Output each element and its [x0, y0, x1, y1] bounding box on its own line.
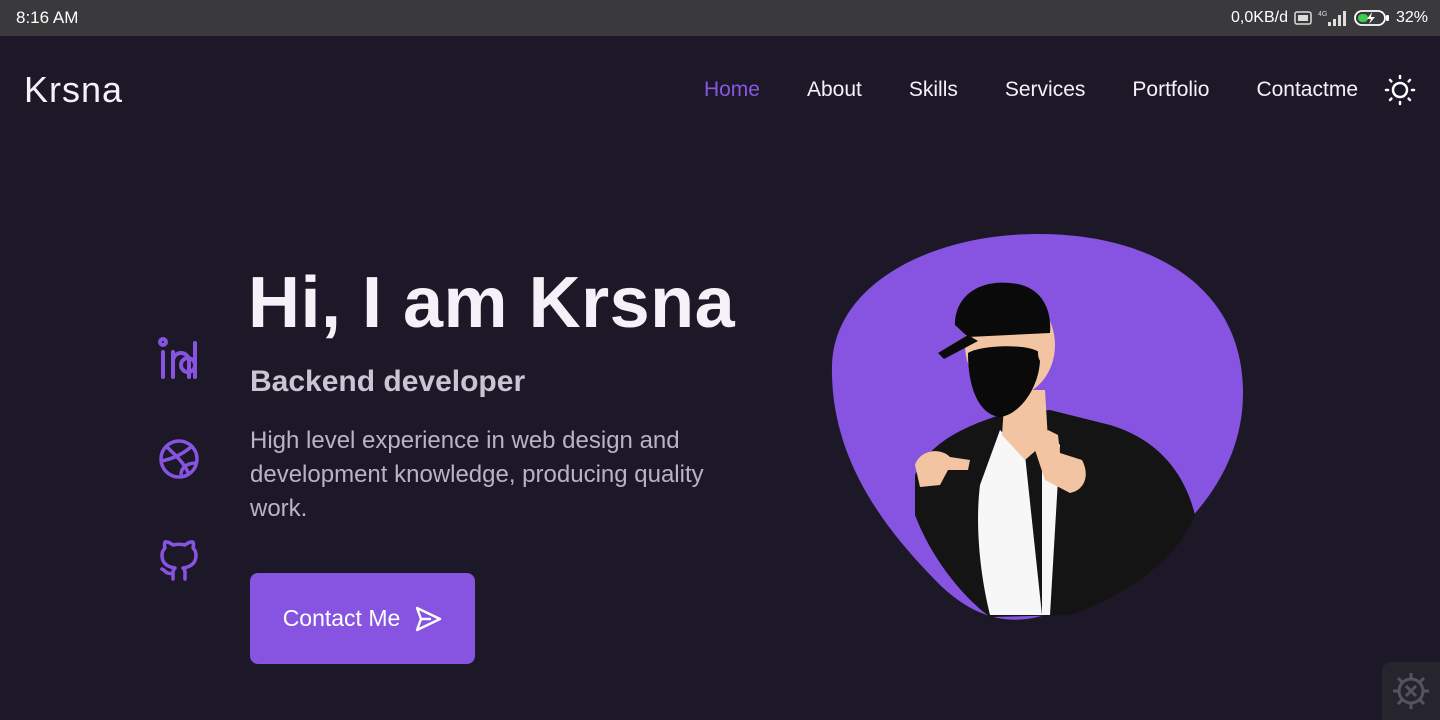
site-header: Krsna Home About Skills Services Portfol…: [0, 36, 1440, 144]
linkedin-icon[interactable]: [155, 335, 203, 383]
volte-icon: [1294, 11, 1312, 25]
status-time: 8:16 AM: [16, 8, 79, 27]
signal-icon: 4G: [1318, 11, 1346, 26]
network-speed: 0,0KB/d: [1231, 9, 1288, 26]
battery-charging-icon: [1354, 10, 1389, 26]
site-logo[interactable]: Krsna: [24, 69, 123, 111]
send-icon: [416, 606, 442, 631]
nav-services[interactable]: Services: [1005, 78, 1086, 102]
hero-subtitle: Backend developer: [250, 365, 526, 398]
contact-me-button[interactable]: Contact Me: [250, 573, 475, 664]
status-indicators: 0,0KB/d 4G 32%: [1231, 9, 1428, 27]
hero-title: Hi, I am Krsna: [248, 263, 736, 343]
battery-percent: 32%: [1395, 9, 1428, 26]
contact-me-label: Contact Me: [282, 605, 401, 631]
main-nav: Home About Skills Services Portfolio Con…: [657, 74, 1416, 106]
nav-contactme[interactable]: Contactme: [1256, 78, 1358, 102]
nav-portfolio[interactable]: Portfolio: [1132, 78, 1209, 102]
svg-text:4G: 4G: [1318, 11, 1327, 18]
hero-description: High level experience in web design and …: [250, 427, 704, 522]
sun-icon[interactable]: [1384, 74, 1416, 106]
status-bar: 8:16 AM 0,0KB/d 4G 32%: [0, 0, 1440, 36]
github-icon[interactable]: [155, 535, 203, 583]
hero-illustration: [831, 233, 1244, 620]
nav-home[interactable]: Home: [704, 78, 760, 102]
dribbble-icon[interactable]: [155, 435, 203, 483]
nav-about[interactable]: About: [807, 78, 862, 102]
nav-skills[interactable]: Skills: [909, 78, 958, 102]
settings-gear-icon: [1393, 673, 1429, 709]
settings-fab[interactable]: [1382, 662, 1440, 720]
